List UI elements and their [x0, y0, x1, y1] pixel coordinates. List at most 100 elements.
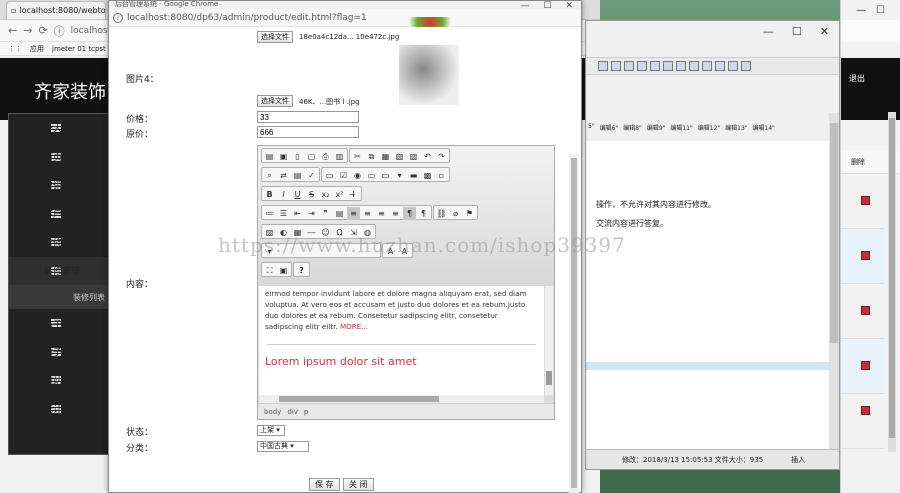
editor-tab[interactable]: 编辑8": [623, 123, 642, 135]
toolbar-icon[interactable]: [598, 61, 608, 71]
choose-file-button-4[interactable]: 选择文件: [257, 95, 293, 107]
original-price-input[interactable]: [257, 126, 359, 138]
strike-icon[interactable]: S: [305, 188, 318, 201]
sidebar-item-news[interactable]: 资讯管理: [9, 171, 109, 200]
back-browser-address[interactable]: localhost: [71, 26, 111, 36]
editor-tab[interactable]: 编辑12": [698, 123, 720, 135]
form-icon[interactable]: ▭: [323, 169, 336, 182]
templates-icon[interactable]: ▥: [333, 150, 346, 163]
indent-icon[interactable]: ⇥: [305, 207, 318, 220]
justify-icon[interactable]: ≡: [389, 207, 402, 220]
sidebar-item-personal[interactable]: 个人中心: [9, 114, 109, 143]
spellcheck-icon[interactable]: ✓: [305, 169, 318, 182]
minimize-icon[interactable]: —: [856, 5, 866, 16]
unlink-icon[interactable]: ⌀: [449, 207, 462, 220]
path-item[interactable]: p: [304, 408, 308, 416]
anchor-icon[interactable]: ⚑: [463, 207, 476, 220]
sidebar-item-stats[interactable]: 统计中心: [9, 395, 109, 424]
select-all-icon[interactable]: ▤: [291, 169, 304, 182]
align-right-icon[interactable]: ≡: [375, 207, 388, 220]
toolbar-icon[interactable]: [741, 61, 751, 71]
redo-icon[interactable]: ↷: [435, 150, 448, 163]
logout-link[interactable]: 退出: [849, 74, 865, 83]
button-icon[interactable]: ▬: [407, 169, 420, 182]
popup-scrollbar[interactable]: [569, 154, 579, 493]
apps-icon[interactable]: ⋮⋮: [8, 45, 22, 53]
radio-icon[interactable]: ◉: [351, 169, 364, 182]
bold-icon[interactable]: B: [263, 188, 276, 201]
bookmark-jmeter[interactable]: jmeter 01 tcpst: [52, 45, 106, 53]
paste-text-icon[interactable]: ▧: [393, 150, 406, 163]
sidebar-subitem-list[interactable]: 装修列表: [9, 285, 109, 309]
path-item[interactable]: body: [264, 408, 281, 416]
find-icon[interactable]: ⌕: [263, 169, 276, 182]
bookmark-apps[interactable]: 应用: [30, 44, 44, 54]
sidebar-item-categories[interactable]: 装修分类: [9, 228, 109, 257]
toolbar-icon[interactable]: [676, 61, 686, 71]
maximize-icon[interactable]: ⛶: [263, 264, 276, 277]
toolbar-icon[interactable]: [663, 61, 673, 71]
paste-word-icon[interactable]: ▨: [407, 150, 420, 163]
maximize-icon[interactable]: ☐: [543, 1, 551, 11]
scrollbar-thumb[interactable]: [571, 158, 577, 488]
scrollbar-thumb[interactable]: [830, 123, 838, 343]
delete-icon[interactable]: [861, 196, 870, 205]
textarea-icon[interactable]: ▭: [379, 169, 392, 182]
textfield-icon[interactable]: ▭: [365, 169, 378, 182]
toolbar-icon[interactable]: [637, 61, 647, 71]
minimize-icon[interactable]: —: [763, 25, 774, 38]
toolbar-icon[interactable]: [715, 61, 725, 71]
toolbar-icon[interactable]: [611, 61, 621, 71]
toolbar-icon[interactable]: [728, 61, 738, 71]
editor-tab[interactable]: 编辑13": [725, 123, 747, 135]
div-icon[interactable]: ▤: [333, 207, 346, 220]
sidebar-item-carousel[interactable]: 首页轮播: [9, 143, 109, 172]
align-center-icon[interactable]: ≡: [361, 207, 374, 220]
close-icon[interactable]: ✕: [820, 25, 829, 38]
save-button[interactable]: 保 存: [309, 478, 340, 491]
toolbar-icon[interactable]: [689, 61, 699, 71]
ltr-icon[interactable]: ¶: [403, 207, 416, 220]
close-icon[interactable]: ✕: [565, 1, 573, 11]
toolbar-icon[interactable]: [702, 61, 712, 71]
image-button-icon[interactable]: ▩: [421, 169, 434, 182]
category-select[interactable]: 中国古典 ▾: [257, 441, 309, 452]
align-left-icon[interactable]: ≡: [347, 207, 360, 220]
sidebar-item-posts[interactable]: 帖子管理: [9, 309, 109, 338]
close-button[interactable]: 关 闭: [343, 478, 374, 491]
print-icon[interactable]: ⎙: [319, 150, 332, 163]
editor-content[interactable]: 操作，不允许对其内容进行修改。 交流内容进行答复。: [586, 141, 829, 449]
sidebar-item-replies[interactable]: 帖子回复: [9, 338, 109, 367]
reload-icon[interactable]: ⟳: [38, 24, 47, 37]
back-arrow-icon[interactable]: ←: [8, 24, 17, 37]
sidebar-item-customers[interactable]: 客户管理: [9, 200, 109, 229]
editor-tab[interactable]: 编辑11": [670, 123, 692, 135]
blockquote-icon[interactable]: ❞: [319, 207, 332, 220]
numbered-list-icon[interactable]: ≔: [263, 207, 276, 220]
copy-icon[interactable]: ⧉: [365, 150, 378, 163]
subscript-icon[interactable]: x₂: [319, 188, 332, 201]
superscript-icon[interactable]: x²: [333, 188, 346, 201]
cut-icon[interactable]: ✂: [351, 150, 364, 163]
remove-format-icon[interactable]: I̶: [347, 188, 360, 201]
save-icon[interactable]: ▣: [277, 150, 290, 163]
underline-icon[interactable]: U: [291, 188, 304, 201]
bullet-list-icon[interactable]: ☰: [277, 207, 290, 220]
editor-tab[interactable]: 5": [588, 123, 595, 135]
editor-scrollbar[interactable]: [829, 113, 839, 449]
link-icon[interactable]: ⛓: [435, 207, 448, 220]
price-input[interactable]: [257, 111, 359, 123]
choose-file-button-1[interactable]: 选择文件: [257, 31, 293, 43]
editor-tab[interactable]: 编辑14": [753, 123, 775, 135]
italic-icon[interactable]: I: [277, 188, 290, 201]
editor-content-area[interactable]: eirmod tempor invidunt labore et dolore …: [259, 286, 544, 395]
far-right-scrollbar[interactable]: [888, 112, 896, 452]
maximize-icon[interactable]: ☐: [876, 5, 885, 16]
delete-icon[interactable]: [861, 361, 870, 370]
back-browser-tab[interactable]: ▫ localhost:8080/webto: [6, 0, 106, 19]
maximize-icon[interactable]: ☐: [792, 25, 802, 38]
editor-tab[interactable]: 编辑6": [600, 123, 619, 135]
preview-icon[interactable]: ▢: [305, 150, 318, 163]
toolbar-icon[interactable]: [650, 61, 660, 71]
scrollbar-thumb[interactable]: [889, 118, 895, 438]
